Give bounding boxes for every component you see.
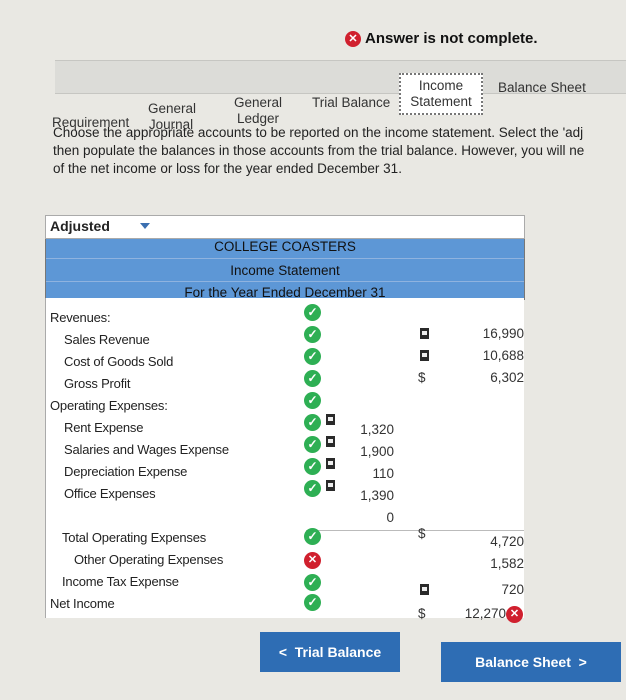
tab-general-ledger[interactable]: General Ledger (234, 95, 282, 127)
table-row: Salaries and Wages Expense ✓ 1,900 (46, 436, 524, 464)
chevron-left-icon: < (278, 644, 287, 660)
check-icon: ✓ (304, 436, 321, 453)
amount-input[interactable]: 10,688 (446, 348, 524, 363)
check-icon: ✓ (304, 458, 321, 475)
table-row: Total Operating Expenses ✓ $ 4,720 (46, 526, 524, 552)
adjusted-dropdown[interactable]: Adjusted (45, 215, 525, 239)
prev-trial-balance-button[interactable]: < Trial Balance (260, 632, 400, 672)
account-select[interactable]: Other Operating Expenses (74, 552, 223, 567)
check-icon: ✓ (304, 370, 321, 387)
check-icon: ✓ (304, 326, 321, 343)
dropdown-value: Adjusted (50, 218, 110, 234)
amount-input[interactable]: 16,990 (446, 326, 524, 341)
instructions-line: of the net income or loss for the year e… (53, 161, 402, 176)
check-icon: ✓ (304, 304, 321, 321)
account-select[interactable]: Office Expenses (64, 486, 156, 501)
flag-icon (326, 414, 335, 425)
table-row: Gross Profit ✓ $ 6,302 (46, 370, 524, 398)
tab-label: Income Statement (410, 78, 472, 109)
check-icon: ✓ (304, 528, 321, 545)
table-row: Income Tax Expense ✓ 720 (46, 574, 524, 597)
tab-label: Balance Sheet (498, 80, 586, 95)
account-select[interactable]: Depreciation Expense (64, 464, 187, 479)
table-row: Net Income ✓ $ 12,270 ✕ (46, 594, 524, 623)
flag-icon (420, 350, 429, 361)
currency-sign: $ (418, 526, 426, 541)
statement-table: Revenues: ✓ Sales Revenue ✓ 16,990 Cost … (45, 298, 524, 623)
error-icon: ✕ (304, 552, 321, 569)
table-row: Operating Expenses: ✓ (46, 392, 524, 420)
tab-trial-balance[interactable]: Trial Balance (312, 95, 390, 111)
tab-income-statement[interactable]: Income Statement (399, 73, 483, 115)
account-select[interactable]: Net Income (50, 596, 115, 611)
instructions-line: then populate the balances in those acco… (53, 143, 585, 158)
table-row: 0 (46, 510, 524, 532)
amount-input[interactable]: 1,582 (446, 556, 524, 571)
check-icon: ✓ (304, 392, 321, 409)
amount-input[interactable]: 1,320 (346, 422, 394, 437)
chevron-down-icon (140, 223, 150, 229)
x-circle-icon: ✕ (345, 31, 361, 47)
tab-label: Trial Balance (312, 95, 391, 110)
flag-icon (326, 458, 335, 469)
button-label: Trial Balance (294, 644, 382, 660)
banner-text: Answer is not complete. (365, 30, 538, 47)
instructions: Choose the appropriate accounts to be re… (53, 124, 626, 178)
button-label: Balance Sheet (475, 654, 571, 670)
account-select[interactable]: Rent Expense (64, 420, 143, 435)
amount-input[interactable]: 0 (346, 510, 394, 525)
answer-banner: ✕ Answer is not complete. (345, 30, 538, 47)
section-label: Operating Expenses: (50, 398, 168, 413)
flag-icon (420, 328, 429, 339)
account-select[interactable]: Cost of Goods Sold (64, 354, 173, 369)
section-label: Revenues: (50, 310, 111, 325)
next-balance-sheet-button[interactable]: Balance Sheet > (441, 642, 621, 682)
chevron-right-icon: > (578, 654, 587, 670)
account-select[interactable]: Income Tax Expense (62, 574, 179, 589)
amount-input[interactable]: 1,900 (346, 444, 394, 459)
table-row: Other Operating Expenses ✕ 1,582 (46, 552, 524, 574)
check-icon: ✓ (304, 480, 321, 497)
amount-input[interactable]: 1,390 (346, 488, 394, 503)
tab-label: General Ledger (234, 95, 283, 126)
currency-sign: $ (418, 370, 426, 385)
statement-title: Income Statement (230, 263, 340, 278)
amount-input[interactable]: 6,302 (446, 370, 524, 385)
flag-icon (326, 480, 335, 491)
instructions-line: Choose the appropriate accounts to be re… (53, 125, 584, 140)
account-select[interactable]: Sales Revenue (64, 332, 150, 347)
error-icon: ✕ (506, 606, 523, 623)
amount-input[interactable]: 4,720 (446, 534, 524, 549)
amount-input[interactable]: 110 (346, 466, 394, 481)
amount-input[interactable]: 720 (446, 582, 524, 597)
account-select[interactable]: Gross Profit (64, 376, 130, 391)
amount-input[interactable]: 12,270 (446, 606, 506, 621)
company-name: COLLEGE COASTERS (214, 239, 356, 254)
flag-icon (326, 436, 335, 447)
account-select[interactable]: Salaries and Wages Expense (64, 442, 229, 457)
check-icon: ✓ (304, 348, 321, 365)
table-row: Office Expenses ✓ 1,390 (46, 480, 524, 508)
table-row: Rent Expense ✓ 1,320 (46, 414, 524, 442)
table-row: Depreciation Expense ✓ 110 (46, 458, 524, 486)
tab-balance-sheet[interactable]: Balance Sheet (498, 80, 586, 96)
check-icon: ✓ (304, 574, 321, 591)
check-icon: ✓ (304, 594, 321, 611)
currency-sign: $ (418, 606, 426, 621)
account-select[interactable]: Total Operating Expenses (62, 530, 206, 545)
check-icon: ✓ (304, 414, 321, 431)
flag-icon (420, 584, 429, 595)
